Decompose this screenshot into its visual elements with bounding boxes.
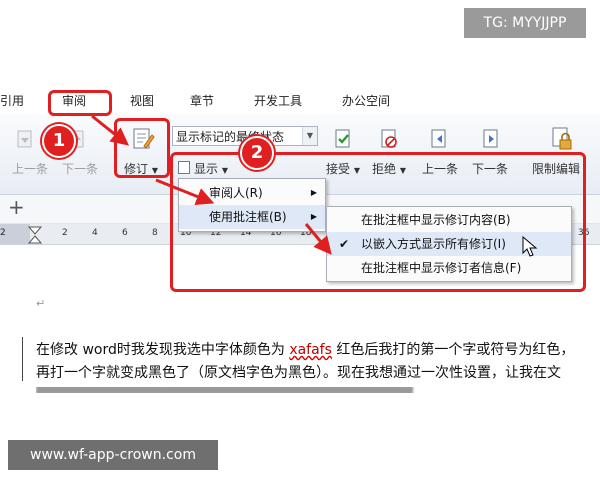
step-badge-2: 2 [240,136,274,170]
arrow-to-show-menu-icon [155,178,215,206]
annotation-arrows [91,114,332,255]
arrow-to-inline-option-icon [304,223,332,255]
arrow-to-revise-icon [91,114,130,146]
watermark-bottom: www.wf-app-crown.com [8,440,218,470]
step-badge-1: 1 [42,124,76,158]
